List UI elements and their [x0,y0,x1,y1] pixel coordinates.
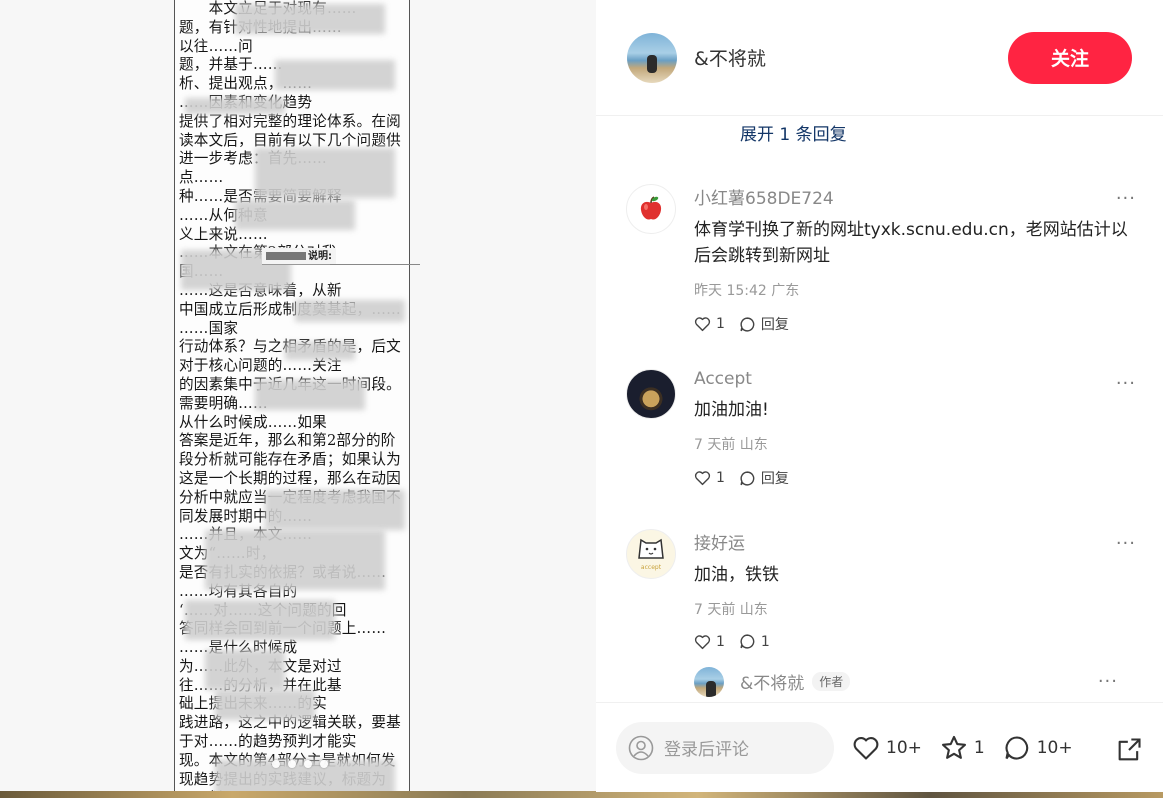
comment-text: 加油，铁铁 [694,565,779,585]
user-icon [628,735,654,760]
comment-bubble-icon [740,316,755,332]
heart-icon [694,471,711,486]
comment-bubble-icon [740,634,755,649]
comment-text: 加油加油! [694,400,769,420]
comment-input[interactable]: 登录后评论 [616,721,834,774]
star-icon [941,735,966,759]
avatar-caption: accept [641,564,662,571]
document-line: 这是一个长期的过程，那么在动因 [179,469,401,487]
share-button[interactable] [1115,736,1143,768]
blur-region [255,148,395,198]
annotation-label: 说明: [262,248,336,265]
heart-icon [853,736,879,760]
blur-region [235,4,385,34]
interaction-bar: 登录后评论 10+ 1 10+ [596,702,1163,792]
document-line: 段分析就可能存在矛盾；如果认为 [179,451,401,469]
blur-region [275,60,395,90]
commenter-avatar[interactable]: accept [626,529,676,579]
reply-count: 1 [760,633,770,650]
blur-region [255,380,365,410]
commenter-name[interactable]: 小红薯658DE724 [694,184,1134,209]
like-count: 1 [716,316,725,332]
comment-placeholder: 登录后评论 [664,740,749,760]
document-line: 以往……问 [179,37,253,55]
apple-icon [640,196,662,220]
image-pager[interactable] [272,760,328,768]
blur-region [265,490,405,530]
note-detail-panel: &不将就 关注 展开 1 条回复 小红薯658DE724 体育学刊换了新的网址t… [596,0,1163,792]
more-options-icon[interactable]: ··· [1116,188,1136,209]
more-options-icon[interactable]: ··· [1098,671,1118,692]
document-line: ……国家 [179,319,239,337]
like-count: 1 [716,633,725,650]
comment-bubble-icon [740,470,755,486]
document-line: 答案是近年，那么和第2部分的阶 [179,432,396,450]
follow-button[interactable]: 关注 [1008,31,1132,84]
comment-button[interactable]: 10+ [1003,734,1073,762]
heart-icon [694,317,711,332]
document-image: 本文立足于对现有……题，有针对性地提出……以往……问题，并基于……析、提出观点，… [174,0,410,798]
image-viewer[interactable]: 本文立足于对现有……题，有针对性地提出……以往……问题，并基于……析、提出观点，… [0,0,596,798]
collect-button[interactable]: 1 [940,734,985,762]
comment-meta: 7 天前 山东 [694,602,768,618]
heart-icon [694,634,711,649]
author-tag: 作者 [812,672,851,691]
comments-list[interactable]: 展开 1 条回复 小红薯658DE724 体育学刊换了新的网址tyxk.scnu… [596,116,1163,702]
author-header: &不将就 关注 [596,0,1163,116]
like-note-button[interactable]: 10+ [852,735,922,761]
comment-text: 体育学刊换了新的网址tyxk.scnu.edu.cn，老网站估计以后会跳转到新网… [694,220,1128,266]
commenter-avatar[interactable] [626,184,676,234]
commenter-name[interactable]: 接好运 [694,529,1134,554]
like-button[interactable]: 1 [694,316,725,332]
blur-region [215,690,315,720]
blur-region [285,342,355,360]
author-avatar[interactable] [627,32,677,83]
like-total: 10+ [886,737,922,758]
collect-total: 1 [973,737,985,758]
blur-region [235,200,355,230]
blur-region [205,530,385,590]
reply-label: 回复 [760,471,789,487]
more-options-icon[interactable]: ··· [1116,373,1136,394]
pager-dot[interactable] [272,760,280,768]
reply-author-name[interactable]: &不将就 [740,669,804,694]
pager-dot[interactable] [288,760,296,768]
like-button[interactable]: 1 [694,470,725,486]
pager-dot[interactable] [304,760,312,768]
reply-label: 回复 [760,317,789,333]
pager-dot[interactable] [320,760,328,768]
blur-region [205,650,285,690]
commenter-avatar[interactable] [626,369,676,419]
author-name[interactable]: &不将就 [694,44,1008,71]
like-count: 1 [716,470,725,486]
document-line: 于对……的趋势预判才能实 [179,733,357,751]
reply-button[interactable]: 回复 [739,314,789,334]
expand-replies-link[interactable]: 展开 1 条回复 [740,120,847,145]
comment-meta: 7 天前 山东 [694,437,768,453]
document-line: 提供了相对完整的理论体系。在阅 [179,112,401,130]
reply-button[interactable]: 回复 [739,468,789,488]
dog-accept-icon: accept [638,538,664,571]
annotation-line [330,264,420,265]
share-icon [1118,738,1141,761]
commenter-name[interactable]: Accept [694,369,1134,389]
comment-total: 10+ [1036,737,1073,758]
blur-region [185,600,335,640]
blur-region [295,300,405,322]
reply-avatar[interactable] [694,667,724,697]
like-button[interactable]: 1 [694,634,725,650]
background-photo [0,791,1163,798]
document-line: 从什么时候成……如果 [179,413,327,431]
comment-bubble-icon [1005,735,1028,759]
blur-region [185,98,285,114]
reply-button[interactable]: 1 [739,633,770,650]
more-options-icon[interactable]: ··· [1116,533,1136,554]
comment-meta: 昨天 15:42 广东 [694,283,800,299]
